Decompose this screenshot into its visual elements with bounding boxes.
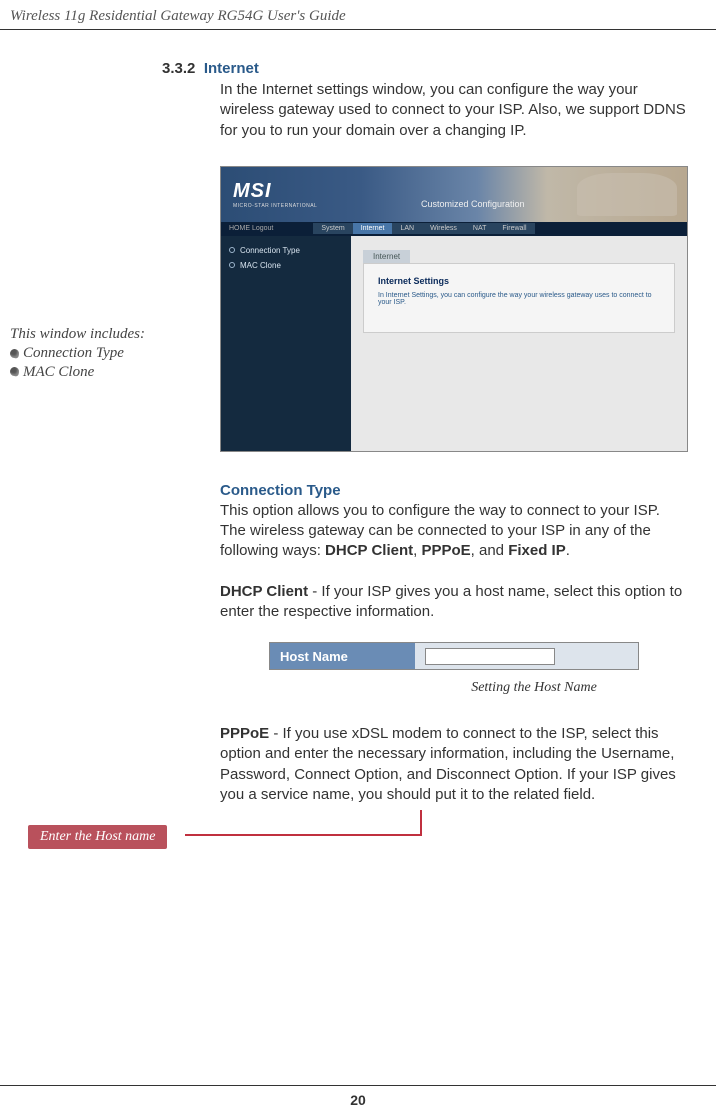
tab-nat[interactable]: NAT xyxy=(465,223,494,234)
pppoe-bold: PPPoE xyxy=(220,725,269,742)
ct-c2: , and xyxy=(471,542,509,559)
panel-heading: Internet Settings xyxy=(378,276,660,286)
dhcp-bold: DHCP Client xyxy=(220,583,308,600)
section-heading: 3.3.2 Internet xyxy=(162,60,688,78)
bullet-icon xyxy=(9,348,19,358)
panel: Internet Settings In Internet Settings, … xyxy=(363,263,675,333)
tab-firewall[interactable]: Firewall xyxy=(494,223,534,234)
msi-logo-subtitle: MICRO-STAR INTERNATIONAL xyxy=(233,203,317,209)
tab-lan[interactable]: LAN xyxy=(392,223,422,234)
sidebar-note-line1: This window includes: xyxy=(10,325,220,344)
pppoe-paragraph: PPPoE - If you use xDSL modem to connect… xyxy=(220,724,688,805)
section-number: 3.3.2 xyxy=(162,60,195,77)
banner-people-image xyxy=(577,173,677,216)
callout-line-horizontal xyxy=(185,834,422,836)
hostname-row: Host Name xyxy=(269,642,639,670)
connection-type-heading: Connection Type xyxy=(220,482,688,499)
msi-logo: MSI xyxy=(233,180,317,203)
ct-b2: PPPoE xyxy=(421,542,470,559)
side-item-mac-clone[interactable]: MAC Clone xyxy=(229,261,343,270)
tab-internet[interactable]: Internet xyxy=(353,223,393,234)
sidebar-item-conn-type: Connection Type xyxy=(23,344,124,363)
connection-type-body: This option allows you to configure the … xyxy=(220,501,688,562)
page-footer: 20 xyxy=(0,1085,716,1108)
content-area: This window includes: Connection Type MA… xyxy=(0,60,716,805)
intro-text: In the Internet settings window, you can… xyxy=(220,80,688,141)
ct-b3: Fixed IP xyxy=(508,542,566,559)
bullet-icon xyxy=(9,367,19,377)
pppoe-body: - If you use xDSL modem to connect to th… xyxy=(220,725,676,803)
tab-wireless[interactable]: Wireless xyxy=(422,223,465,234)
ct-b1: DHCP Client xyxy=(325,542,413,559)
sidebar-item-mac-clone: MAC Clone xyxy=(23,363,94,382)
side-item-connection-type[interactable]: Connection Type xyxy=(229,246,343,255)
left-column: This window includes: Connection Type MA… xyxy=(10,60,220,805)
page-header: Wireless 11g Residential Gateway RG54G U… xyxy=(0,0,716,30)
right-column: 3.3.2 Internet In the Internet settings … xyxy=(220,60,708,805)
screenshot-body: Connection Type MAC Clone Internet Inter… xyxy=(221,236,687,451)
callout-line-vertical xyxy=(420,810,422,836)
screenshot-navbar: HOME Logout System Internet LAN Wireless… xyxy=(221,222,687,236)
screenshot: MSI MICRO-STAR INTERNATIONAL Customized … xyxy=(220,166,688,452)
screenshot-banner: MSI MICRO-STAR INTERNATIONAL Customized … xyxy=(221,167,687,222)
page-number: 20 xyxy=(350,1092,366,1108)
dhcp-paragraph: DHCP Client - If your ISP gives you a ho… xyxy=(220,582,688,623)
panel-tab-internet[interactable]: Internet xyxy=(363,250,410,263)
side-item-label: MAC Clone xyxy=(240,261,281,270)
screenshot-sidebar: Connection Type MAC Clone xyxy=(221,236,351,451)
ct-c3: . xyxy=(566,542,570,559)
hostname-caption: Setting the Host Name xyxy=(380,680,688,696)
tab-system[interactable]: System xyxy=(313,223,352,234)
nav-tabs: System Internet LAN Wireless NAT Firewal… xyxy=(313,223,534,234)
screenshot-main: Internet Internet Settings In Internet S… xyxy=(351,236,687,451)
panel-text: In Internet Settings, you can configure … xyxy=(378,292,660,306)
hostname-input[interactable] xyxy=(425,648,555,665)
hostname-input-wrap xyxy=(415,643,638,669)
hostname-block: Host Name xyxy=(269,642,639,670)
sidebar-bullet-1: Connection Type xyxy=(10,344,220,363)
banner-title: Customized Configuration xyxy=(421,199,525,209)
hostname-label: Host Name xyxy=(270,643,415,669)
side-item-label: Connection Type xyxy=(240,246,300,255)
sidebar-bullet-2: MAC Clone xyxy=(10,363,220,382)
callout-enter-hostname: Enter the Host name xyxy=(28,825,167,849)
radio-icon xyxy=(229,262,235,268)
nav-home-logout[interactable]: HOME Logout xyxy=(221,225,273,232)
radio-icon xyxy=(229,247,235,253)
section-title: Internet xyxy=(204,60,259,77)
